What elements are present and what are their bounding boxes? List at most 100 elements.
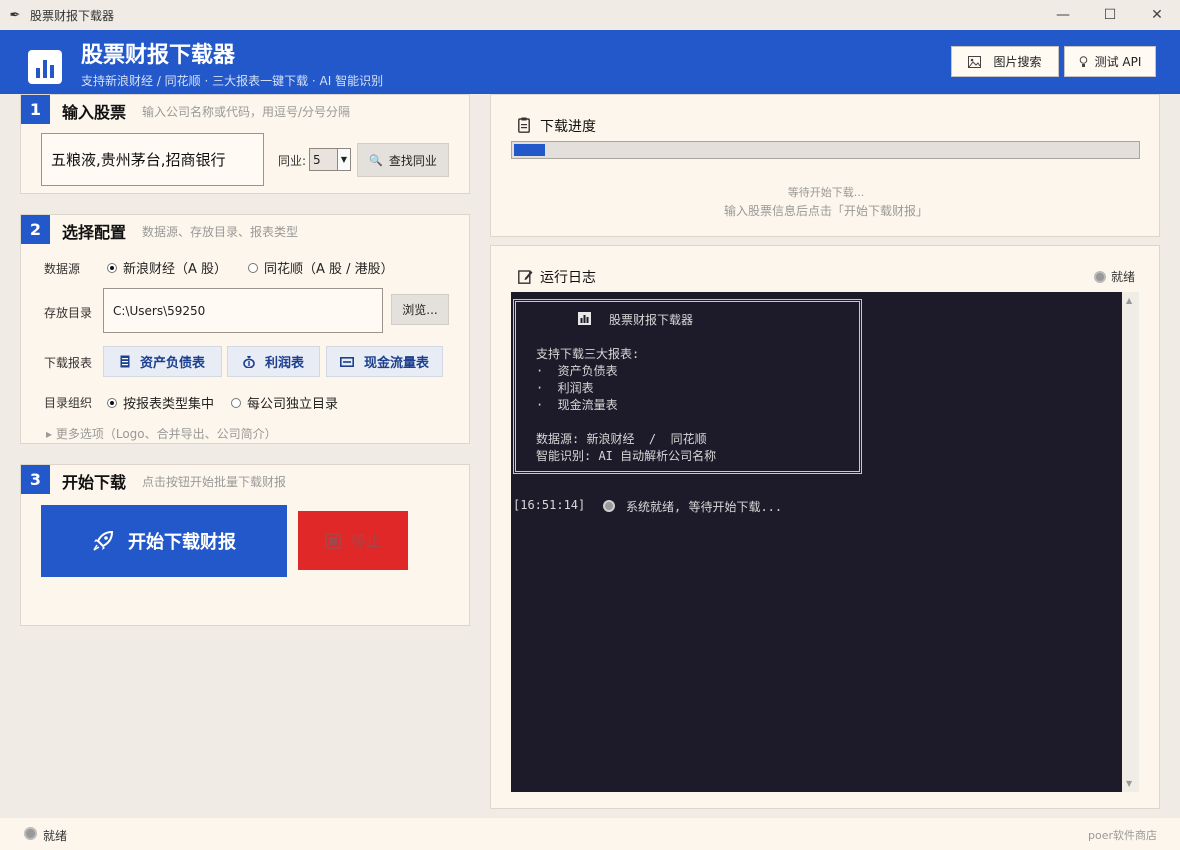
bulb-icon — [1079, 55, 1087, 67]
find-peers-button[interactable]: 🔍 查找同业 — [357, 143, 449, 177]
reports-label: 下载报表 — [44, 356, 93, 370]
log-title: 运行日志 — [540, 270, 596, 286]
step3-hint: 点击按钮开始批量下载财报 — [142, 475, 287, 489]
progress-bar — [511, 141, 1140, 159]
step2-number: 2 — [21, 215, 50, 244]
datasource-sina-radio[interactable]: 新浪财经（A 股） — [107, 258, 227, 277]
image-search-button[interactable]: 图片搜索 — [951, 46, 1059, 77]
status-dot-icon — [1094, 270, 1106, 283]
radio-selected-icon — [107, 397, 117, 408]
directory-label: 存放目录 — [44, 306, 93, 320]
banner-line: 智能识别: AI 自动解析公司名称 — [536, 449, 717, 463]
minimize-button[interactable]: — — [1040, 0, 1086, 30]
progress-title: 下载进度 — [540, 119, 596, 135]
start-download-button[interactable]: 开始下载财报 — [41, 505, 287, 577]
cash-icon — [339, 356, 354, 367]
step2-title: 选择配置 — [62, 223, 127, 242]
log-panel: 运行日志 就绪 股票财报下载器 支持下载三大报表: · 资产负债表 · 利润表 … — [490, 245, 1160, 809]
brand-label: poer软件商店 — [1087, 829, 1157, 842]
banner-line: · 资产负债表 — [536, 364, 618, 378]
stock-input[interactable]: 五粮液,贵州茅台,招商银行 — [41, 133, 264, 186]
step3-title: 开始下载 — [62, 473, 127, 492]
step1-panel: 1 输入股票 输入公司名称或代码，用逗号/分号分隔 五粮液,贵州茅台,招商银行 … — [20, 94, 470, 194]
balance-sheet-label: 资产负债表 — [139, 356, 205, 371]
step3-number: 3 — [21, 465, 50, 494]
datasource-ths-radio[interactable]: 同花顺（A 股 / 港股） — [248, 258, 394, 277]
peer-count-select[interactable]: 5 ▼ — [309, 148, 351, 171]
step1-number: 1 — [21, 95, 50, 124]
stop-label: 停止 — [350, 532, 381, 550]
clipboard-icon — [518, 117, 530, 133]
image-icon — [968, 55, 982, 68]
radio-unselected-icon — [248, 262, 258, 273]
app-title: 股票财报下载器 — [81, 43, 236, 68]
start-download-label: 开始下载财报 — [128, 532, 236, 553]
bar-chart-icon — [578, 312, 591, 325]
radio-unselected-icon — [231, 397, 241, 408]
log-status: 就绪 — [1094, 268, 1135, 285]
progress-instruction-text: 输入股票信息后点击「开始下载财报」 — [723, 204, 928, 218]
maximize-button[interactable]: ☐ — [1087, 0, 1133, 30]
progress-waiting-text: 等待开始下载... — [787, 186, 865, 199]
progress-fill — [514, 144, 546, 156]
datasource-ths-label: 同花顺（A 股 / 港股） — [264, 262, 394, 277]
dir-org-label: 目录组织 — [44, 396, 93, 410]
window-titlebar: ✒ 股票财报下载器 — [0, 0, 1180, 30]
magnifier-icon: 🔍 — [369, 153, 383, 167]
log-entry-time: [16:51:14] — [513, 498, 586, 512]
bar-chart-icon — [28, 50, 62, 84]
banner-line: · 现金流量表 — [536, 398, 618, 412]
image-search-label: 图片搜索 — [993, 55, 1042, 69]
rocket-icon — [93, 530, 114, 551]
progress-panel: 下载进度 等待开始下载... 输入股票信息后点击「开始下载财报」 — [490, 94, 1160, 237]
peer-count-value: 5 — [313, 152, 321, 167]
radio-selected-icon — [107, 262, 117, 273]
memo-icon — [518, 270, 533, 284]
status-bar: 就绪 poer软件商店 — [0, 818, 1180, 850]
feather-icon: ✒ — [9, 7, 21, 23]
log-entry-text: 系统就绪, 等待开始下载... — [626, 500, 783, 514]
find-peers-label: 查找同业 — [388, 153, 437, 168]
window-title: 股票财报下载器 — [30, 8, 115, 23]
banner-title: 股票财报下载器 — [609, 313, 694, 327]
dir-org-per-company-label: 每公司独立目录 — [247, 397, 339, 412]
stop-button[interactable]: 停止 — [298, 511, 408, 570]
peer-count-label: 同业: — [278, 154, 307, 168]
step1-hint: 输入公司名称或代码，用逗号/分号分隔 — [142, 105, 351, 119]
status-bar-label: 就绪 — [43, 829, 68, 843]
status-dot-icon — [603, 500, 615, 512]
datasource-label: 数据源 — [44, 262, 81, 276]
directory-input[interactable]: C:\Users\59250 — [103, 288, 383, 333]
log-terminal[interactable]: 股票财报下载器 支持下载三大报表: · 资产负债表 · 利润表 · 现金流量表 … — [511, 292, 1122, 792]
banner-line: 支持下载三大报表: — [536, 347, 640, 361]
cash-flow-button[interactable]: 现金流量表 — [326, 346, 443, 377]
document-icon — [120, 355, 130, 368]
dir-org-by-type-label: 按报表类型集中 — [123, 397, 215, 412]
income-statement-button[interactable]: 利润表 — [227, 346, 320, 377]
close-button[interactable]: ✕ — [1134, 0, 1180, 30]
scroll-down-icon[interactable]: ▼ — [1126, 779, 1132, 788]
money-bag-icon — [243, 356, 255, 368]
step1-title: 输入股票 — [62, 103, 127, 122]
log-status-label: 就绪 — [1111, 270, 1136, 284]
step3-panel: 3 开始下载 点击按钮开始批量下载财报 开始下载财报 停止 — [20, 464, 470, 626]
balance-sheet-button[interactable]: 资产负债表 — [103, 346, 222, 377]
app-header: 股票财报下载器 支持新浪财经 / 同花顺 · 三大报表一键下载 · AI 智能识… — [0, 30, 1180, 94]
dir-org-per-company-radio[interactable]: 每公司独立目录 — [231, 393, 338, 412]
dir-org-by-type-radio[interactable]: 按报表类型集中 — [107, 393, 214, 412]
browse-button[interactable]: 浏览... — [391, 294, 449, 325]
banner-line: 数据源: 新浪财经 / 同花顺 — [536, 432, 707, 446]
income-statement-label: 利润表 — [264, 356, 304, 371]
more-options-toggle[interactable]: ▸ 更多选项（Logo、合并导出、公司简介） — [46, 425, 277, 442]
datasource-sina-label: 新浪财经（A 股） — [123, 262, 228, 277]
stop-icon — [325, 532, 341, 549]
cash-flow-label: 现金流量表 — [363, 356, 429, 371]
app-subtitle: 支持新浪财经 / 同花顺 · 三大报表一键下载 · AI 智能识别 — [81, 74, 384, 88]
test-api-label: 测试 API — [1094, 55, 1142, 69]
log-scrollbar[interactable]: ▲ ▼ — [1122, 292, 1139, 792]
test-api-button[interactable]: 测试 API — [1064, 46, 1156, 77]
step2-panel: 2 选择配置 数据源、存放目录、报表类型 数据源 新浪财经（A 股） 同花顺（A… — [20, 214, 470, 444]
chevron-down-icon: ▼ — [337, 149, 350, 170]
status-dot-icon — [24, 827, 37, 840]
scroll-up-icon[interactable]: ▲ — [1126, 296, 1132, 305]
